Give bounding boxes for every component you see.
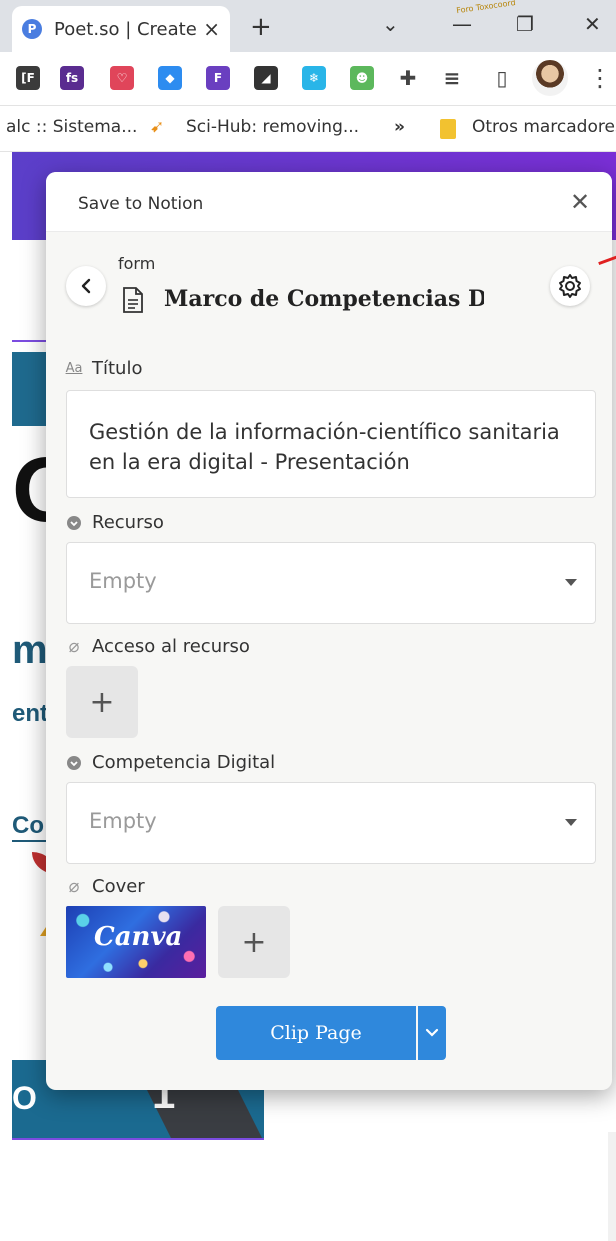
- chevron-down-icon: [565, 819, 577, 826]
- page-scrollbar[interactable]: [608, 1132, 616, 1241]
- screen: O m ent Co 1 O Foro Toxocoord P Poet.so …: [0, 0, 616, 1241]
- text-property-icon: Aa: [65, 361, 83, 376]
- popup-title: Save to Notion: [78, 194, 204, 214]
- ext-f-icon[interactable]: [F: [16, 66, 40, 90]
- tab-title: Poet.so | Create: [54, 18, 197, 40]
- chevron-down-icon: [425, 1028, 439, 1037]
- document-icon: [123, 287, 143, 313]
- save-to-notion-popup: Save to Notion ✕ form Marco de Competenc…: [46, 172, 612, 1090]
- recurso-label-text: Recurso: [92, 512, 164, 533]
- browser-tab-bar: Foro Toxocoord P Poet.so | Create × + ⌄ …: [0, 0, 616, 52]
- titulo-field[interactable]: Gestión de la información-científico san…: [66, 390, 596, 498]
- competencia-label-text: Competencia Digital: [92, 752, 276, 773]
- slide-fragment-ent: ent: [12, 700, 48, 727]
- select-property-icon: [64, 753, 84, 773]
- restore-button[interactable]: ❐: [516, 12, 534, 36]
- titulo-label-text: Título: [92, 358, 143, 379]
- chevron-left-icon: [81, 278, 91, 294]
- forms-icon[interactable]: F: [206, 66, 230, 90]
- slide-fragment-m: m: [12, 628, 48, 672]
- ext-fs-icon[interactable]: fs: [60, 66, 84, 90]
- competencia-value: Empty: [89, 809, 157, 833]
- tab-close-icon[interactable]: ×: [203, 17, 220, 41]
- tab-poet[interactable]: P Poet.so | Create ×: [12, 6, 230, 52]
- add-cover-button[interactable]: +: [218, 906, 290, 978]
- bookmark-other-folder[interactable]: Otros marcadores: [472, 117, 616, 137]
- settings-button[interactable]: [550, 266, 590, 306]
- acceso-label-text: Acceso al recurso: [92, 636, 250, 657]
- clip-page-button[interactable]: Clip Page: [216, 1006, 416, 1060]
- recurso-select[interactable]: Empty: [66, 542, 596, 624]
- add-file-button[interactable]: +: [66, 666, 138, 738]
- new-tab-button[interactable]: +: [250, 12, 272, 42]
- poet-favicon-icon: P: [22, 19, 42, 39]
- browser-menu-icon[interactable]: ⋮: [588, 64, 612, 92]
- titulo-label: Aa Título: [64, 358, 143, 379]
- snowflake-icon[interactable]: ❄: [302, 66, 326, 90]
- gear-icon: [559, 274, 581, 298]
- chevron-down-icon: [565, 579, 577, 586]
- cover-thumbnail[interactable]: Canva: [66, 906, 206, 978]
- back-button[interactable]: [66, 266, 106, 306]
- airtable-icon[interactable]: ◆: [158, 66, 182, 90]
- robot-icon[interactable]: ☻: [350, 66, 374, 90]
- bookmarks-overflow-icon[interactable]: »: [394, 117, 405, 137]
- paperclip-icon: ⌀: [68, 636, 80, 657]
- cover-label-text: Cover: [92, 876, 145, 897]
- titulo-value: Gestión de la información-científico san…: [89, 420, 560, 474]
- select-property-icon: [64, 513, 84, 533]
- bookmarks-bar: alc :: Sistema... ➹ Sci-Hub: removing...…: [0, 106, 616, 152]
- database-title: Marco de Competencias Di: [164, 286, 484, 312]
- popup-close-icon[interactable]: ✕: [570, 188, 590, 216]
- window-close-button[interactable]: ✕: [584, 12, 601, 36]
- slide-strip-letter: O: [12, 1080, 37, 1116]
- cover-label: ⌀ Cover: [64, 876, 145, 897]
- form-label: form: [118, 254, 156, 273]
- scihub-bird-icon: ➹: [150, 117, 165, 137]
- acceso-label: ⌀ Acceso al recurso: [64, 636, 250, 657]
- puzzle-icon[interactable]: ✚: [396, 66, 420, 90]
- recurso-label: Recurso: [64, 512, 164, 533]
- popup-header: Save to Notion ✕: [46, 172, 612, 232]
- profile-avatar[interactable]: [532, 60, 568, 96]
- competencia-select[interactable]: Empty: [66, 782, 596, 864]
- bookmark-scihub[interactable]: Sci-Hub: removing...: [186, 117, 359, 137]
- reading-list-icon[interactable]: ≡: [440, 66, 464, 90]
- telegram-icon[interactable]: ◢: [254, 66, 278, 90]
- tab-search-icon[interactable]: ⌄: [382, 12, 399, 36]
- canva-logo: Canva: [94, 922, 183, 952]
- folder-icon: [440, 119, 456, 139]
- pocket-icon[interactable]: ♡: [110, 66, 134, 90]
- competencia-label: Competencia Digital: [64, 752, 275, 773]
- paperclip-icon: ⌀: [68, 876, 80, 897]
- browser-toolbar: [F fs ♡ ◆ F ◢ ❄ ☻ ✚ ≡ ▯ ⋮: [0, 52, 616, 106]
- side-panel-icon[interactable]: ▯: [490, 66, 514, 90]
- minimize-button[interactable]: —: [452, 12, 472, 36]
- recurso-value: Empty: [89, 569, 157, 593]
- bookmark-sistema[interactable]: alc :: Sistema...: [6, 117, 137, 137]
- clip-options-button[interactable]: [418, 1006, 446, 1060]
